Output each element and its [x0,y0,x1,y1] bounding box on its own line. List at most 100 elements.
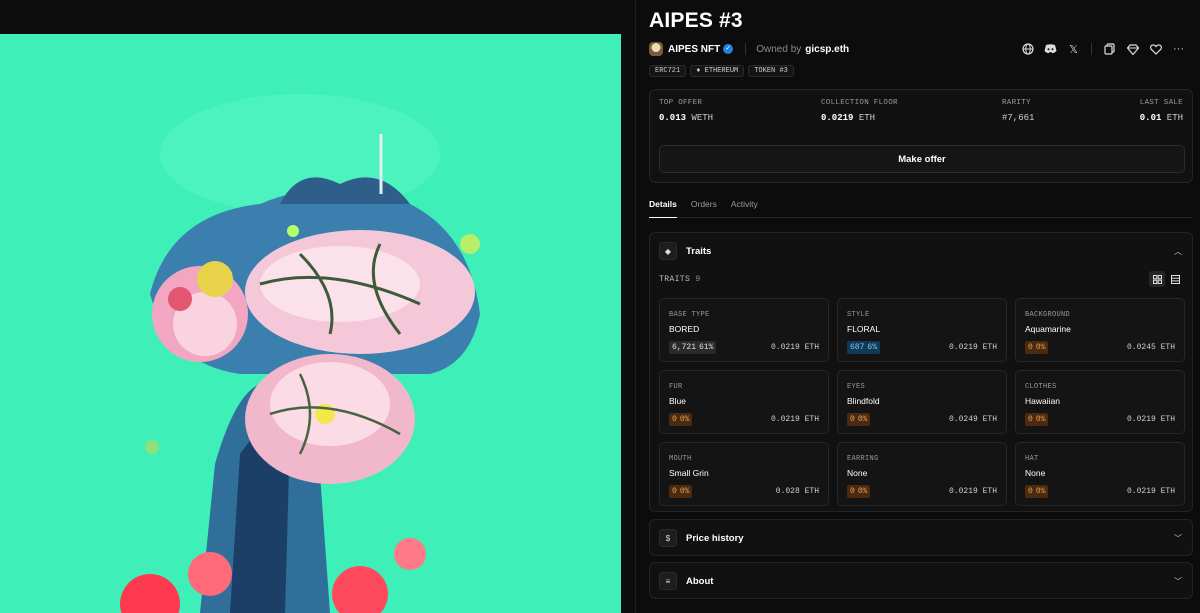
chevron-down-icon[interactable]: ﹀ [1174,576,1182,587]
trait-value: Blue [669,396,687,406]
more-icon[interactable]: ··· [1167,41,1190,57]
traits-count-number: 9 [695,275,701,284]
about-card[interactable]: ≡ About ﹀ [649,562,1193,599]
trait-rarity-badge: 0 0% [669,413,693,426]
price-history-header[interactable]: $ Price history [659,529,744,547]
tag-chain-label: ETHEREUM [704,67,739,75]
trait-rarity-badge: 0 0% [847,485,871,498]
price-history-card[interactable]: $ Price history ﹀ [649,519,1193,556]
trait-rarity-badge: 0 0% [1025,341,1049,354]
trait-type: STYLE [847,311,870,319]
trait-count: 687 [850,343,865,352]
list-view-icon[interactable] [1167,271,1183,287]
trait-percent: 61% [699,343,714,352]
about-header[interactable]: ≡ About [659,572,713,590]
trait-card[interactable]: HAT None 0 0% 0.0219 ETH [1015,442,1185,506]
trait-floor-price: 0.0219 ETH [1126,487,1175,496]
collection-owner-row: AIPES NFT ✓ Owned by gicsp.eth [649,41,849,57]
trait-count: 0 [1028,343,1033,352]
traits-grid: BASE TYPE BORED 6,721 61% 0.0219 ETH STYLE FLO… [659,298,1185,506]
trait-value: FLORAL [847,324,881,334]
trait-count: 0 [850,487,855,496]
trait-percent: 6% [867,343,878,352]
trait-rarity-badge: 687 6% [847,341,881,354]
trait-card[interactable]: MOUTH Small Grin 0 0% 0.028 ETH [659,442,829,506]
trait-percent: 0% [1035,415,1046,424]
token-tags: ERC721 ♦ ETHEREUM TOKEN #3 [649,65,794,77]
traits-title: Traits [686,245,712,257]
collection-floor-unit: ETH [858,113,876,123]
owned-by-label: Owned by [756,43,802,55]
header-actions: 𝕏 ··· [1016,41,1190,57]
trait-percent: 0% [679,487,690,496]
trait-type: HAT [1025,455,1039,463]
rarity-label: RARITY [1002,99,1031,107]
trait-card[interactable]: EYES Blindfold 0 0% 0.0249 ETH [837,370,1007,434]
traits-icon: ◆ [659,242,677,260]
trait-type: FUR [669,383,683,391]
trait-value: Aquamarine [1025,324,1071,334]
diamond-icon[interactable] [1121,41,1144,57]
traits-header[interactable]: ◆ Traits [659,242,711,260]
top-offer-unit: WETH [691,113,714,123]
verified-badge-icon: ✓ [723,44,734,54]
trait-floor-price: 0.0249 ETH [948,415,997,424]
nft-image[interactable] [0,34,621,613]
grid-view-icon[interactable] [1149,271,1165,287]
tab-orders[interactable]: Orders [691,197,717,217]
top-offer-label: TOP OFFER [659,99,703,107]
trait-card[interactable]: BACKGROUND Aquamarine 0 0% 0.0245 ETH [1015,298,1185,362]
last-sale-value: 0.01 [1139,113,1162,123]
trait-type: EYES [847,383,866,391]
chevron-down-icon[interactable]: ﹀ [1174,533,1182,544]
trait-value: BORED [669,324,700,334]
last-sale-stat: LAST SALE 0.01 ETH [1140,99,1183,123]
collection-avatar[interactable] [649,42,663,56]
trait-card[interactable]: FUR Blue 0 0% 0.0219 ETH [659,370,829,434]
globe-icon[interactable] [1016,41,1039,57]
collection-name-link[interactable]: AIPES NFT [668,44,720,55]
trait-card[interactable]: BASE TYPE BORED 6,721 61% 0.0219 ETH [659,298,829,362]
meta-separator [745,43,747,55]
make-offer-button[interactable]: Make offer [659,145,1185,173]
trait-rarity-badge: 0 0% [1025,413,1049,426]
x-icon[interactable]: 𝕏 [1062,41,1085,57]
traits-count: TRAITS 9 [659,275,701,284]
trait-floor-price: 0.028 ETH [775,487,819,496]
trait-rarity-badge: 6,721 61% [669,341,717,354]
rarity-value: #7,661 [1002,113,1035,123]
ethereum-icon: ♦ [696,67,705,75]
trait-floor-price: 0.0245 ETH [1126,343,1175,352]
tag-chain: ♦ ETHEREUM [690,65,745,77]
trait-count: 0 [672,415,677,424]
details-panel: AIPES #3 AIPES NFT ✓ Owned by gicsp.eth … [636,0,1200,613]
copy-icon[interactable] [1098,41,1121,57]
trait-count: 6,721 [672,343,697,352]
collection-floor-stat: COLLECTION FLOOR 0.0219 ETH [821,99,898,123]
price-history-title: Price history [686,532,744,544]
trait-percent: 0% [679,415,690,424]
discord-icon[interactable] [1039,41,1062,57]
trait-percent: 0% [857,415,868,424]
trait-count: 0 [672,487,677,496]
trait-floor-price: 0.0219 ETH [948,487,997,496]
trait-percent: 0% [1035,343,1046,352]
trait-card[interactable]: EARRING None 0 0% 0.0219 ETH [837,442,1007,506]
trait-floor-price: 0.0219 ETH [948,343,997,352]
tab-activity[interactable]: Activity [731,197,758,217]
trait-card[interactable]: STYLE FLORAL 687 6% 0.0219 ETH [837,298,1007,362]
tag-token-id: TOKEN #3 [748,65,794,77]
rarity-stat: RARITY #7,661 [1002,99,1034,123]
trait-type: CLOTHES [1025,383,1057,391]
trait-value: Hawaiian [1025,396,1060,406]
last-sale-label: LAST SALE [1139,99,1183,107]
trait-card[interactable]: CLOTHES Hawaiian 0 0% 0.0219 ETH [1015,370,1185,434]
owner-link[interactable]: gicsp.eth [805,44,849,55]
trait-count: 0 [1028,415,1033,424]
chevron-up-icon[interactable]: ︿ [1174,246,1182,257]
detail-tabs: Details Orders Activity [649,197,1193,218]
tab-details[interactable]: Details [649,197,677,218]
top-offer-value-wrap: 0.013 WETH [659,113,713,123]
heart-icon[interactable] [1144,41,1167,57]
view-toggle [1149,271,1183,287]
